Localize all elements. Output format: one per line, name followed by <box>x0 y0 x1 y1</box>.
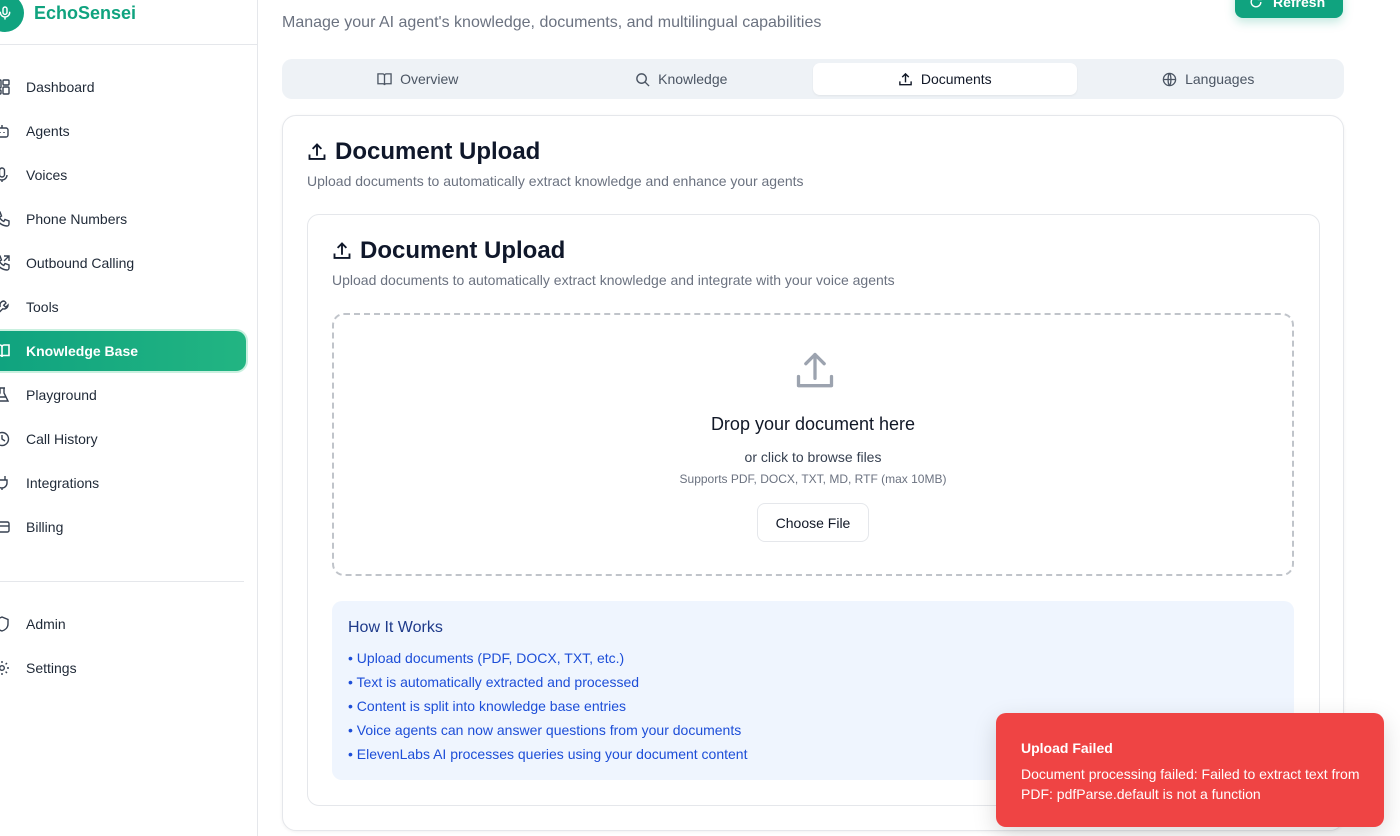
tab-label: Overview <box>400 71 459 87</box>
tab-bar: Overview Knowledge Documents Languages <box>282 59 1344 99</box>
sidebar-item-knowledge-base[interactable]: Knowledge Base <box>0 331 246 371</box>
brand-name: EchoSensei <box>34 2 137 23</box>
inner-card-title: Document Upload <box>332 237 565 265</box>
phone-icon <box>0 211 10 227</box>
search-icon <box>636 72 650 87</box>
dropzone-title: Drop your document here <box>710 414 916 434</box>
dropzone-subtitle: or click to browse files <box>744 449 882 465</box>
sidebar-item-label: Billing <box>26 519 64 535</box>
sidebar-item-dashboard[interactable]: Dashboard <box>0 67 258 107</box>
sidebar-item-label: Knowledge Base <box>26 343 139 359</box>
sidebar-item-label: Integrations <box>26 475 100 491</box>
card-description: Upload documents to automatically extrac… <box>307 173 804 189</box>
sidebar-item-label: Outbound Calling <box>26 255 135 271</box>
sidebar-item-phone-numbers[interactable]: Phone Numbers <box>0 199 258 239</box>
sidebar-item-label: Voices <box>26 167 68 183</box>
upload-icon <box>796 352 834 388</box>
globe-icon <box>1162 72 1177 86</box>
upload-icon <box>308 143 326 160</box>
phone-outgoing-icon <box>0 255 10 271</box>
shield-icon <box>0 616 9 632</box>
sidebar-item-label: Phone Numbers <box>26 211 128 227</box>
refresh-label: Refresh <box>1273 0 1326 10</box>
sidebar-item-agents[interactable]: Agents <box>0 111 258 151</box>
sidebar-item-playground[interactable]: Playground <box>0 375 258 415</box>
sidebar-item-label: Call History <box>26 431 98 447</box>
sidebar-item-label: Agents <box>26 123 70 139</box>
refresh-icon <box>1250 0 1262 8</box>
card-title: Document Upload <box>307 138 540 166</box>
sidebar-item-billing[interactable]: Billing <box>0 507 258 547</box>
plug-icon <box>0 476 8 490</box>
sidebar-item-label: Playground <box>26 387 97 403</box>
divider <box>0 581 244 582</box>
gear-icon <box>0 661 9 675</box>
tab-knowledge[interactable]: Knowledge <box>550 63 814 95</box>
list-item: • Upload documents (PDF, DOCX, TXT, etc.… <box>348 650 625 666</box>
choose-file-button[interactable]: Choose File <box>757 503 869 542</box>
sidebar-item-tools[interactable]: Tools <box>0 287 258 327</box>
file-dropzone[interactable]: Drop your document here or click to brow… <box>332 313 1294 576</box>
upload-icon <box>899 72 912 85</box>
sidebar-item-outbound-calling[interactable]: Outbound Calling <box>0 243 258 283</box>
sidebar-item-integrations[interactable]: Integrations <box>0 463 258 503</box>
dropzone-hint: Supports PDF, DOCX, TXT, MD, RTF (max 10… <box>679 472 947 486</box>
list-item: • Text is automatically extracted and pr… <box>348 674 640 690</box>
wrench-icon <box>0 300 9 313</box>
upload-icon <box>333 242 351 259</box>
sidebar-item-label: Tools <box>26 299 59 315</box>
toast-message: Document processing failed: Failed to ex… <box>1021 766 1360 802</box>
refresh-button[interactable]: Refresh <box>1235 0 1343 18</box>
tab-label: Documents <box>920 71 992 87</box>
flask-icon <box>0 387 10 402</box>
page-subtitle: Manage your AI agent's knowledge, docume… <box>282 14 822 31</box>
list-item: • Voice agents can now answer questions … <box>348 722 742 738</box>
mic-icon <box>0 0 24 32</box>
sidebar: EchoSensei Dashboard Agents Voices Phone… <box>0 0 258 836</box>
sidebar-item-settings[interactable]: Settings <box>0 648 258 688</box>
book-icon <box>0 344 10 358</box>
dashboard-icon <box>0 79 10 95</box>
sidebar-nav: Dashboard Agents Voices Phone Numbers Ou… <box>0 67 258 551</box>
tab-overview[interactable]: Overview <box>286 63 550 95</box>
brand[interactable]: EchoSensei <box>0 0 136 32</box>
sidebar-item-label: Dashboard <box>26 79 95 95</box>
card-title-text: Document Upload <box>335 138 541 165</box>
tab-languages[interactable]: Languages <box>1077 63 1341 95</box>
list-item: • Content is split into knowledge base e… <box>348 698 627 714</box>
book-open-icon <box>377 72 392 85</box>
sidebar-item-label: Settings <box>26 660 77 676</box>
how-it-works-list: • Upload documents (PDF, DOCX, TXT, etc.… <box>348 650 747 770</box>
inner-card-title-text: Document Upload <box>360 237 566 264</box>
inner-card-description: Upload documents to automatically extrac… <box>332 272 895 288</box>
how-it-works-title: How It Works <box>348 619 443 636</box>
sidebar-item-admin[interactable]: Admin <box>0 604 258 644</box>
divider <box>0 44 257 45</box>
sidebar-item-voices[interactable]: Voices <box>0 155 258 195</box>
sidebar-bottom-nav: Admin Settings <box>0 604 258 692</box>
tab-label: Knowledge <box>658 71 728 87</box>
tab-documents[interactable]: Documents <box>813 63 1077 95</box>
list-item: • ElevenLabs AI processes queries using … <box>348 746 748 762</box>
app: EchoSensei Dashboard Agents Voices Phone… <box>0 0 1400 836</box>
bot-icon <box>0 125 9 138</box>
sidebar-item-label: Admin <box>26 616 66 632</box>
toast-title: Upload Failed <box>1021 740 1113 756</box>
sidebar-item-call-history[interactable]: Call History <box>0 419 258 459</box>
history-icon <box>0 431 10 447</box>
error-toast[interactable]: Upload Failed Document processing failed… <box>996 713 1384 827</box>
mic-icon <box>0 167 8 182</box>
credit-card-icon <box>0 521 10 533</box>
tab-label: Languages <box>1185 71 1255 87</box>
